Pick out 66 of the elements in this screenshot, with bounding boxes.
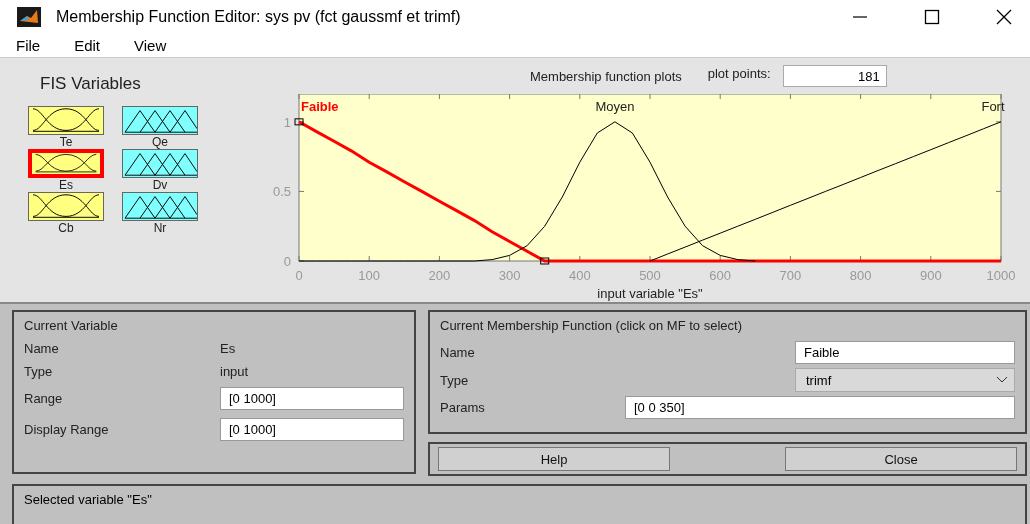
- vertex-handle[interactable]: [294, 118, 304, 126]
- output-variable-tile[interactable]: [122, 106, 198, 135]
- field-label: Name: [24, 341, 60, 356]
- y-tick-label: 1: [283, 114, 291, 130]
- variable-type: input: [220, 364, 250, 379]
- mf-curve[interactable]: [649, 121, 1002, 262]
- x-tick-label: 900: [919, 268, 942, 283]
- mf-name-field[interactable]: Faible: [795, 341, 1015, 364]
- variable-label: Nr: [153, 221, 167, 235]
- mf-curve[interactable]: [298, 121, 756, 262]
- field-label: Params: [440, 400, 485, 415]
- variable-name: Es: [220, 341, 237, 356]
- app-logo-icon: [16, 7, 42, 28]
- panel-title: Current Variable: [24, 318, 119, 333]
- field-label: Type: [440, 372, 469, 388]
- curve-name[interactable]: Faible: [301, 99, 339, 114]
- window-title: Membership Function Editor: sys pv (fct gaussmf et trimf): [56, 8, 461, 27]
- variable-label: Es: [59, 178, 73, 192]
- status-text: Selected variable "Es": [24, 492, 152, 507]
- variable-label: Te: [59, 135, 73, 149]
- curve-name[interactable]: Moyen: [595, 99, 635, 114]
- x-axis-label: input variable "Es": [597, 286, 703, 301]
- x-tick-label: 0: [295, 268, 303, 283]
- x-tick-label: 100: [358, 268, 381, 283]
- panel-title: Current Membership Function (click on MF to select): [440, 318, 743, 333]
- close-button[interactable]: Close: [785, 447, 1017, 471]
- mf-type-dropdown[interactable]: trimf: [795, 368, 1015, 392]
- menu-item[interactable]: View: [134, 37, 167, 55]
- output-variable-tile[interactable]: [122, 192, 198, 221]
- menu-item[interactable]: File: [16, 37, 41, 55]
- variable-label: Cb: [58, 221, 74, 235]
- x-tick-label: 600: [709, 268, 732, 283]
- plot-title: Membership function plots: [530, 68, 682, 84]
- field-label: Display Range: [24, 422, 110, 437]
- vertex-handle[interactable]: [540, 257, 550, 265]
- x-tick-label: 300: [498, 268, 521, 283]
- variable-label: Dv: [152, 178, 168, 192]
- plot-points-field[interactable]: 181: [782, 65, 887, 87]
- display-range-field[interactable]: [0 1000]: [220, 418, 404, 441]
- close-icon[interactable]: [996, 9, 1012, 26]
- variable-label: Qe: [152, 135, 168, 149]
- input-variable-tile[interactable]: [28, 192, 104, 221]
- field-label: Range: [24, 391, 64, 406]
- x-tick-label: 400: [568, 268, 591, 283]
- y-tick-label: 0.5: [272, 184, 291, 200]
- help-button[interactable]: Help: [438, 447, 670, 471]
- maximize-icon[interactable]: [924, 9, 940, 26]
- x-tick-label: 1000: [986, 268, 1016, 283]
- y-tick-label: 0: [283, 254, 291, 269]
- x-tick-label: 500: [639, 268, 661, 283]
- input-variable-tile[interactable]: [28, 149, 104, 178]
- output-variable-tile[interactable]: [122, 149, 198, 178]
- chevron-down-icon: [996, 376, 1008, 384]
- field-label: Name: [440, 345, 475, 360]
- x-tick-label: 800: [849, 268, 872, 283]
- input-variable-tile[interactable]: [28, 106, 104, 135]
- plot-points-label: plot points:: [707, 65, 771, 81]
- fis-variables-title: FIS Variables: [40, 74, 142, 94]
- field-label: Type: [24, 364, 54, 379]
- selected-mf-curve[interactable]: [298, 120, 1001, 263]
- params-field[interactable]: [0 0 350]: [625, 396, 1015, 419]
- menu-item[interactable]: Edit: [74, 37, 101, 55]
- x-tick-label: 700: [779, 268, 802, 283]
- x-tick-label: 200: [428, 268, 451, 283]
- range-field[interactable]: [0 1000]: [220, 387, 404, 410]
- curve-name[interactable]: Fort: [981, 99, 1005, 114]
